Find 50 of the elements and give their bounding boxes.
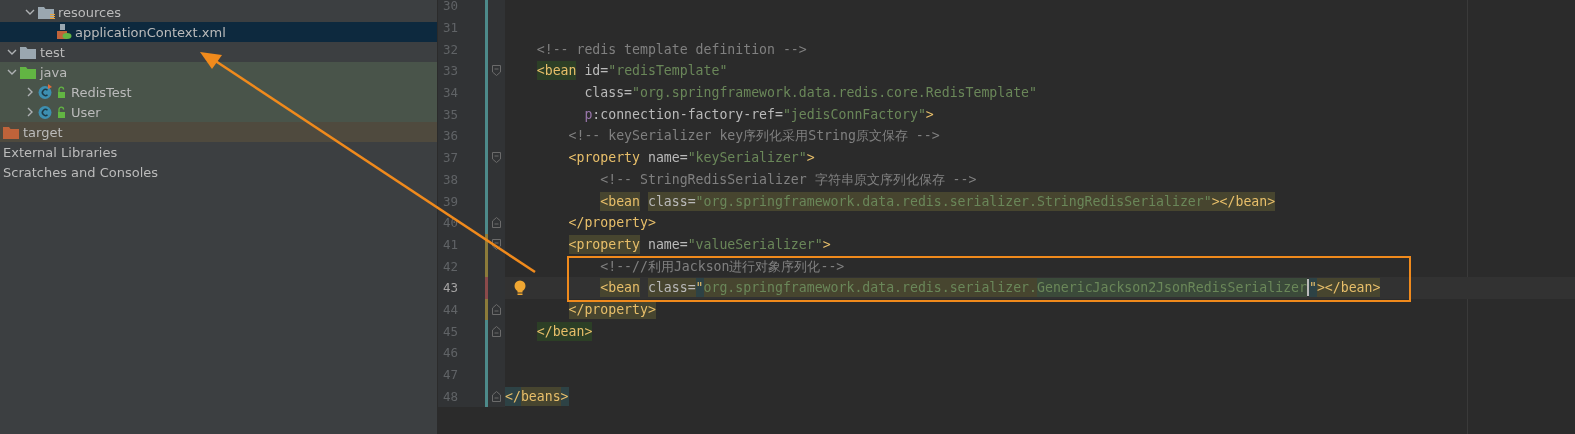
tree-item[interactable]: test <box>0 42 437 62</box>
fold-icon[interactable] <box>492 65 501 77</box>
code-line: <bean class="org.springframework.data.redis.serializer.StringRedisSerializer"></bean> <box>599 190 1276 212</box>
tree-item[interactable]: java <box>0 62 437 82</box>
fold-icon[interactable] <box>492 390 501 402</box>
code-line: <!-- keySerializer key序列化采用String原文保存 --> <box>567 127 940 146</box>
line-number: 43 <box>441 281 458 295</box>
code-line: <property name="valueSerializer"> <box>567 233 831 256</box>
folder-icon <box>38 5 55 19</box>
chevron-down-icon[interactable] <box>6 47 17 57</box>
folder-icon <box>3 125 20 139</box>
code-line: </property> <box>567 214 656 233</box>
code-line: </beans> <box>505 385 569 408</box>
tree-item-label: test <box>40 44 65 60</box>
tree-item[interactable]: User <box>0 102 437 122</box>
folder-icon <box>20 65 37 79</box>
chevron-down-icon[interactable] <box>6 67 17 77</box>
tree-item-label: User <box>71 104 101 120</box>
fold-icon[interactable] <box>492 325 501 337</box>
tree-item-label: target <box>23 124 63 140</box>
code-line: <!-- redis template definition --> <box>535 40 807 59</box>
class-icon <box>38 84 68 100</box>
tree-item[interactable]: applicationContext.xml <box>0 22 437 42</box>
code-line: <property name="keySerializer"> <box>567 149 815 168</box>
tree-item[interactable]: RedisTest <box>0 82 437 102</box>
fold-icon[interactable] <box>492 152 501 164</box>
code-line: <!-- StringRedisSerializer 字符串原文序列化保存 --> <box>599 170 977 189</box>
fold-icon[interactable] <box>492 238 501 250</box>
tree-item-label: RedisTest <box>71 84 132 100</box>
tree-item-label: Scratches and Consoles <box>3 164 159 180</box>
fold-icon[interactable] <box>492 217 501 229</box>
tree-item-label: java <box>40 64 68 80</box>
tree-item[interactable]: External Libraries <box>0 142 437 162</box>
tree-item[interactable]: Scratches and Consoles <box>0 162 437 182</box>
code-line: <bean class="org.springframework.data.redis.serializer.GenericJackson2JsonRedisSerializer"></bean> <box>599 277 1381 299</box>
class-icon <box>38 104 68 120</box>
lightbulb-icon[interactable] <box>514 279 526 296</box>
tree-item-label: External Libraries <box>3 144 118 160</box>
tree-item[interactable]: resources <box>0 2 437 22</box>
code-line: class="org.springframework.data.redis.core.RedisTemplate" <box>583 84 1037 103</box>
code-line: <bean id="redisTemplate" <box>535 60 728 82</box>
code-line: p:connection-factory-ref="jedisConnFactory"> <box>583 105 934 124</box>
tree-item[interactable]: target <box>0 122 437 142</box>
tree-item-label: applicationContext.xml <box>75 24 226 40</box>
fold-icon[interactable] <box>492 303 501 315</box>
code-line: <!--//利用Jackson进行对象序列化--> <box>599 257 845 276</box>
xml-file-icon <box>56 24 72 40</box>
tree-item-label: resources <box>58 4 121 20</box>
folder-icon <box>20 45 37 59</box>
chevron-down-icon[interactable] <box>24 7 35 17</box>
